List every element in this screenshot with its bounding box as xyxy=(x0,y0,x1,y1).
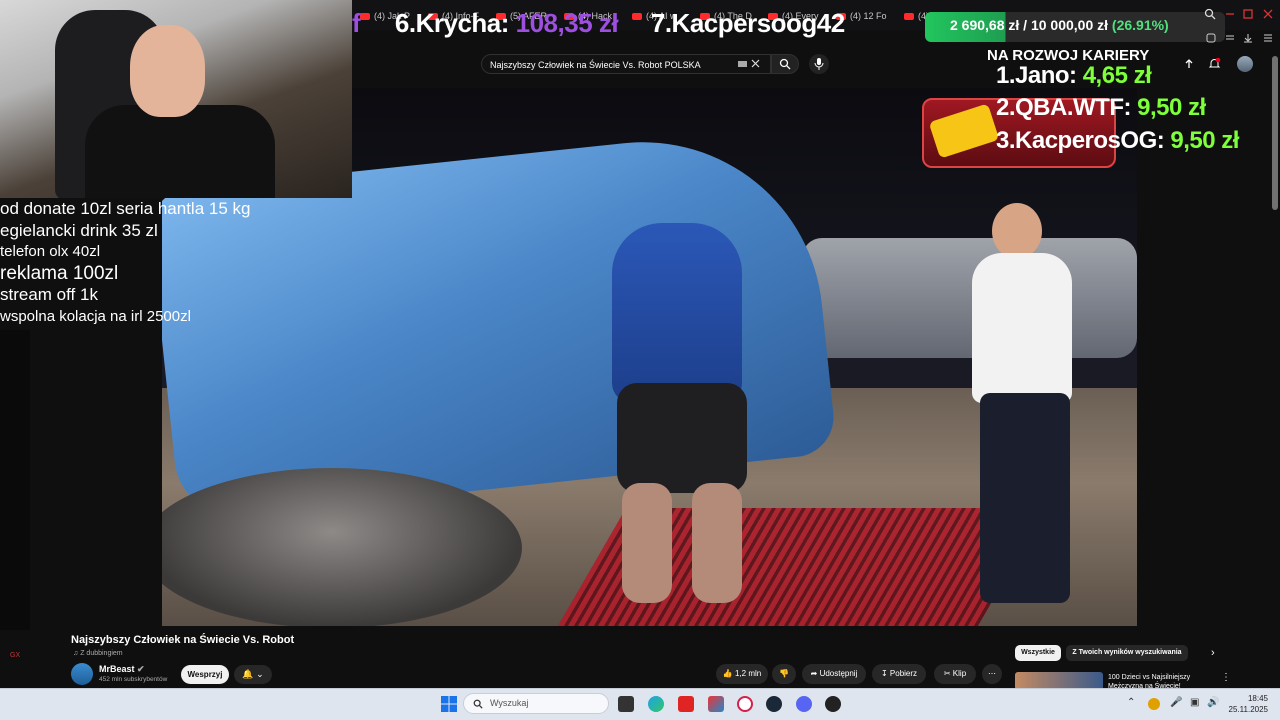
clip-button[interactable]: ✂ Klip xyxy=(934,664,976,684)
search-input[interactable]: Najszybszy Człowiek na Świecie Vs. Robot… xyxy=(481,54,771,74)
volume-icon[interactable]: 🔊 xyxy=(1207,697,1219,708)
search-button[interactable] xyxy=(771,54,799,74)
ticker-name: 6.Krycha: xyxy=(394,8,510,38)
account-avatar[interactable] xyxy=(1237,56,1253,72)
donation-item: reklama 100zl xyxy=(0,262,119,284)
kariery-rank: 2.QBA.WTF: 9,50 zł xyxy=(996,94,1206,121)
donation-item: egielancki drink 35 zl xyxy=(0,220,158,240)
search-icon xyxy=(473,699,483,709)
dislike-button[interactable]: 👎 xyxy=(772,664,796,684)
tray-app-icon[interactable] xyxy=(1148,698,1160,710)
kariery-rank: 3.KacperosOG: 9,50 zł xyxy=(996,127,1239,154)
share-icon: ➦ xyxy=(810,669,818,678)
download-icon[interactable] xyxy=(1242,32,1254,44)
donation-price-list: od donate 10zl seria hantla 15 kg egiela… xyxy=(0,198,300,327)
search-icon[interactable] xyxy=(1204,8,1216,20)
scissors-icon: ✂ xyxy=(943,669,951,678)
ticker-amount: 108,35 zł xyxy=(515,8,619,38)
channel-avatar[interactable] xyxy=(71,663,93,685)
video-host xyxy=(952,203,1102,623)
donation-item: stream off 1k xyxy=(0,285,98,304)
taskbar-clock[interactable]: 18:45 25.11.2025 xyxy=(1222,693,1268,715)
chevron-right-icon[interactable]: › xyxy=(1211,647,1215,659)
search-icon xyxy=(779,58,791,70)
streamer-body xyxy=(85,105,275,198)
chip-from-search[interactable]: Z Twoich wyników wyszukiwania xyxy=(1066,645,1188,661)
more-icon: ⋯ xyxy=(988,669,996,678)
channel-name[interactable]: MrBeast ✔ xyxy=(99,664,145,675)
bell-icon: 🔔 xyxy=(242,669,254,679)
ticker-name: 7.Kacpersoog42 xyxy=(650,8,845,38)
close-icon[interactable] xyxy=(1262,8,1274,20)
donation-item: telefon olx 40zl xyxy=(0,243,101,260)
share-button[interactable]: ➦ Udostępnij xyxy=(802,664,866,684)
support-button[interactable]: Wesprzyj xyxy=(181,665,229,684)
microphone-icon xyxy=(814,58,824,70)
left-panel xyxy=(0,330,30,630)
donation-ticker: f 6.Krycha: 108,35 zł 7.Kacpersoog42 xyxy=(352,8,912,50)
youtube-app-icon[interactable] xyxy=(678,696,694,712)
maximize-icon[interactable] xyxy=(1242,8,1254,20)
steam-icon[interactable] xyxy=(766,696,782,712)
minimize-icon[interactable] xyxy=(1224,8,1236,20)
chevron-down-icon: ⌄ xyxy=(256,669,264,679)
more-actions-button[interactable]: ⋯ xyxy=(982,664,1002,684)
download-button[interactable]: ↧ Pobierz xyxy=(872,664,926,684)
discord-icon[interactable] xyxy=(796,696,812,712)
video-title: Najszybszy Człowiek na Świecie Vs. Robot xyxy=(71,634,295,646)
task-view-icon[interactable] xyxy=(618,696,634,712)
thumbs-up-icon: 👍 xyxy=(722,669,733,678)
webcam-overlay xyxy=(0,0,352,198)
microphone-icon[interactable]: 🎤 xyxy=(1170,697,1182,708)
page-scrollbar[interactable] xyxy=(1272,56,1278,210)
windows-start-icon[interactable] xyxy=(441,696,457,712)
subscription-bell-button[interactable]: 🔔 ⌄ xyxy=(234,665,272,684)
taskbar-search-input[interactable]: Wyszukaj xyxy=(463,693,609,714)
chip-all[interactable]: Wszystkie xyxy=(1015,645,1061,661)
snipping-tool-icon[interactable] xyxy=(708,696,724,712)
video-strongman xyxy=(592,223,762,603)
dubbing-label: ♫ Z dubbingiem xyxy=(73,650,123,657)
like-button[interactable]: 👍 1,2 mln xyxy=(716,664,768,684)
thumbs-down-icon: 👎 xyxy=(779,669,789,678)
tray-chevron-icon[interactable]: ⌃ xyxy=(1127,697,1135,708)
side-label: GX xyxy=(10,652,21,659)
extensions-icon[interactable] xyxy=(1205,32,1217,44)
obs-icon[interactable] xyxy=(825,696,841,712)
streamer-head xyxy=(130,25,205,117)
donation-goal-text: 2 690,68 zł / 10 000,00 zł (26.91%) xyxy=(950,17,1169,33)
layers-icon[interactable] xyxy=(1224,32,1236,44)
notifications-bell-icon[interactable] xyxy=(1208,57,1221,70)
more-icon[interactable]: ⋮ xyxy=(1221,672,1231,683)
voice-search-button[interactable] xyxy=(809,54,829,74)
donation-item: od donate 10zl seria hantla 15 kg xyxy=(0,199,251,218)
verified-icon: ✔ xyxy=(137,664,145,674)
windows-taskbar xyxy=(0,688,1280,720)
upload-icon[interactable] xyxy=(1183,58,1195,70)
kariery-rank: 1.Jano: 4,65 zł xyxy=(996,62,1152,89)
donation-item: wspolna kolacja na irl 2500zl xyxy=(0,307,191,325)
recommended-title[interactable]: 100 Dzieci vs Najsilniejszy Mężczyzna na… xyxy=(1108,673,1203,689)
network-icon[interactable]: ▣ xyxy=(1190,697,1199,708)
download-icon: ↧ xyxy=(880,669,888,678)
subscriber-count: 452 mln subskrybentów xyxy=(99,676,168,683)
edge-browser-icon[interactable] xyxy=(648,696,664,712)
keyboard-and-clear-icon[interactable] xyxy=(738,59,760,69)
menu-icon[interactable] xyxy=(1262,32,1274,44)
video-tire xyxy=(162,468,522,626)
ticker-partial: f xyxy=(352,8,361,38)
opera-gx-icon[interactable] xyxy=(737,696,753,712)
